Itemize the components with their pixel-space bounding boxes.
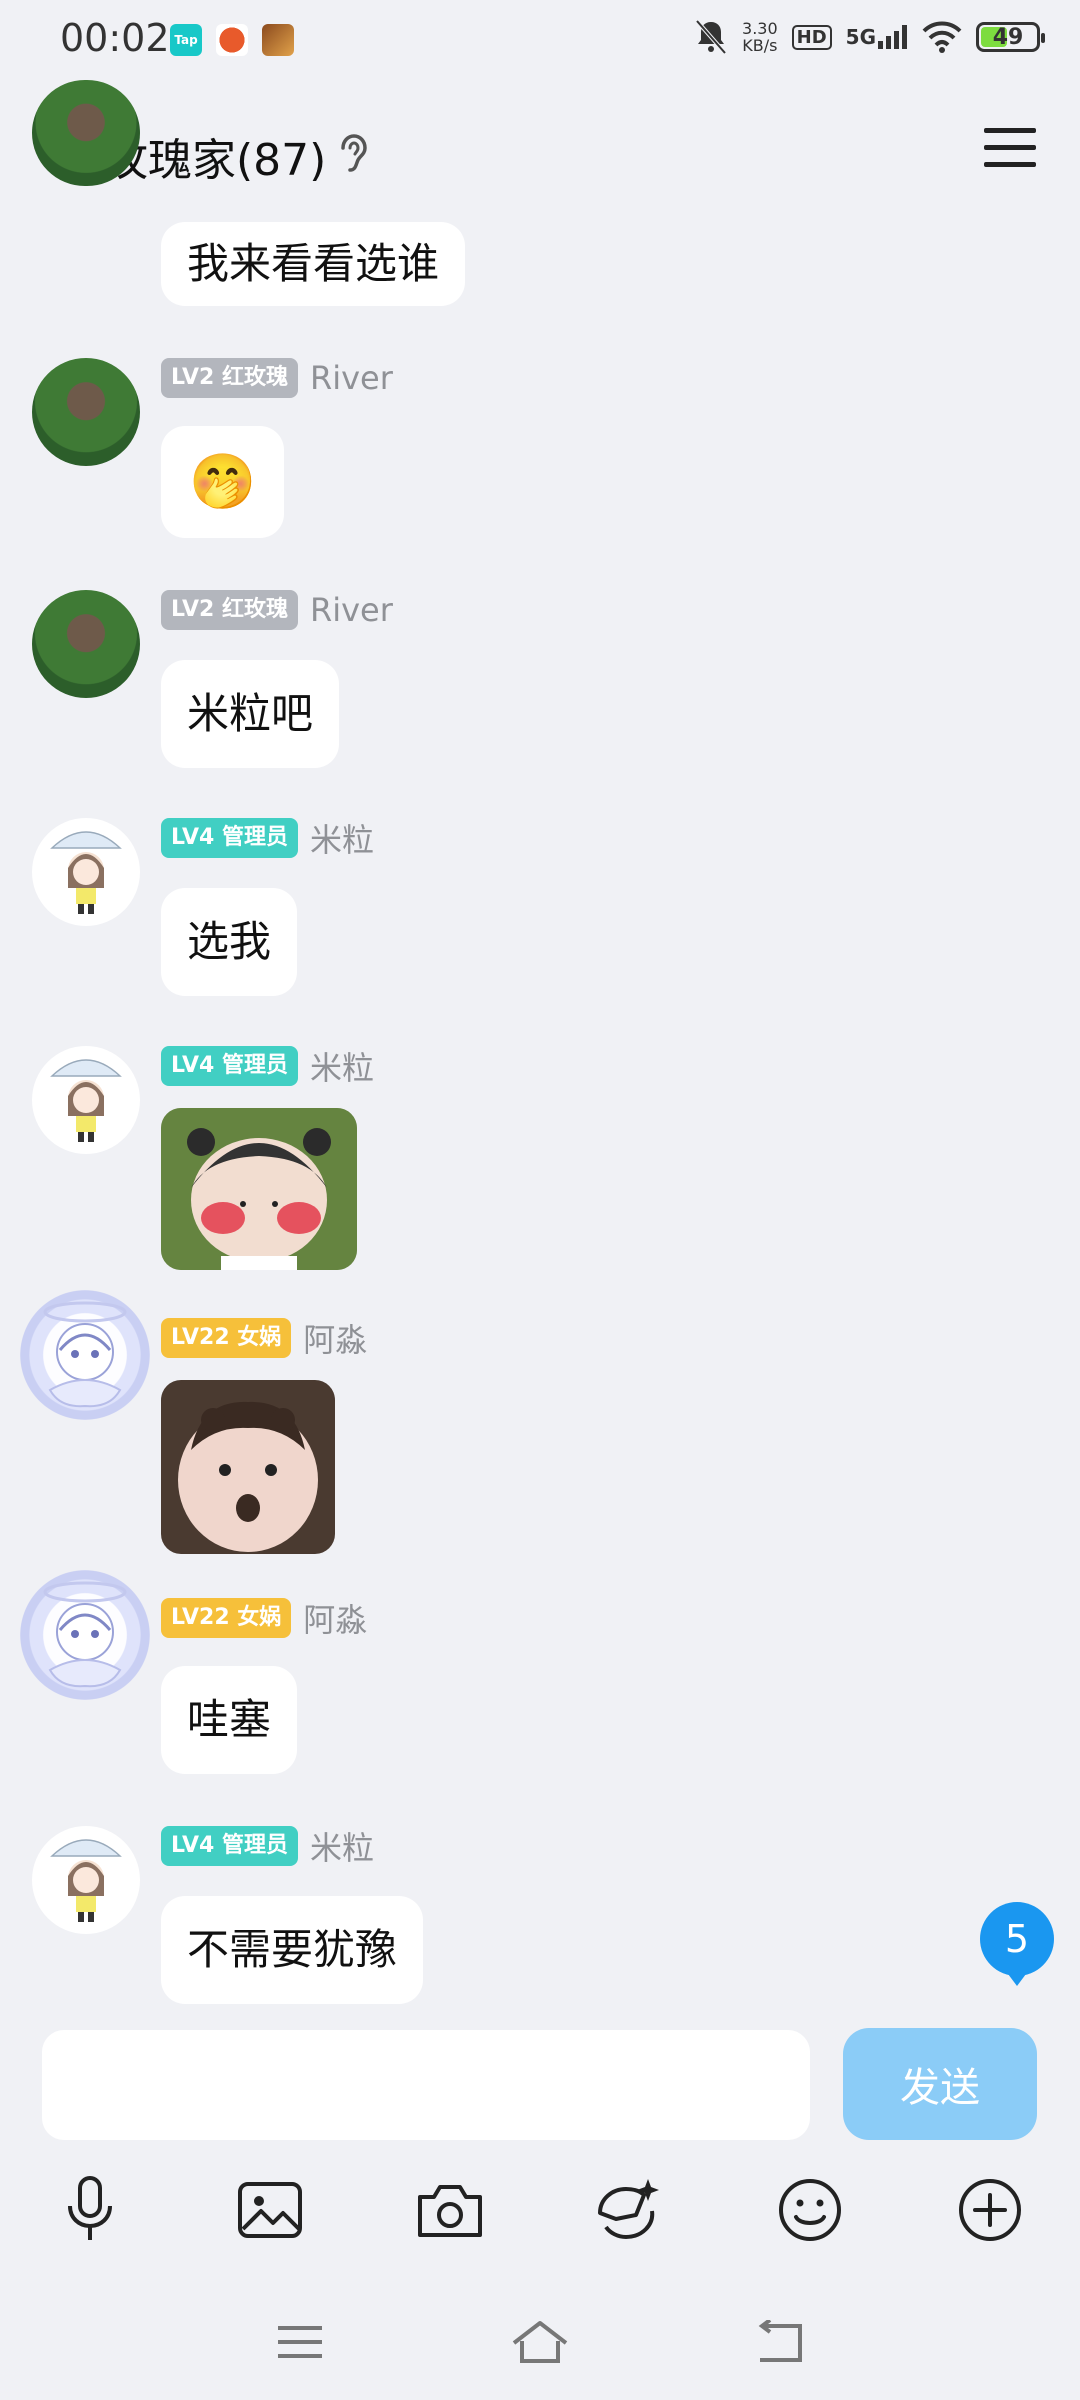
more-button[interactable] [950,2170,1030,2250]
mute-icon [695,19,727,55]
back-icon [758,2320,802,2362]
hd-icon: HD [791,24,832,50]
avatar[interactable] [20,1570,150,1700]
emoji-icon [779,2179,841,2241]
sender-meta: LV4 管理员 米粒 [161,815,374,861]
avatar[interactable] [32,358,140,466]
menu-button[interactable] [984,126,1036,174]
sticker-icon [598,2179,659,2240]
nav-menu-button[interactable] [260,2312,340,2372]
status-bar: 00:02 Tap 3.30 KB/s HD 5G 49 [0,0,1080,84]
hamburger-icon [984,128,1036,167]
avatar[interactable] [20,1290,150,1420]
image-icon [238,2182,302,2238]
message-bubble[interactable]: 🤭 [161,426,285,538]
avatar[interactable] [32,590,140,698]
nav-home-button[interactable] [500,2312,580,2372]
wifi-icon [922,21,962,53]
message-bubble[interactable]: 米粒吧 [161,660,340,768]
sticker-button[interactable] [587,2170,667,2250]
message-bubble[interactable]: 我来看看选谁 [161,222,466,306]
sender-meta: LV4 管理员 米粒 [161,1823,374,1869]
net-speed: 3.30 KB/s [742,19,778,55]
sender-name[interactable]: River [310,591,393,629]
avatar[interactable] [32,80,140,186]
level-badge: LV2 红玫瑰 [161,590,298,630]
nav-back-button[interactable] [740,2312,820,2372]
sender-meta: LV2 红玫瑰 River [161,358,393,398]
network-5g: 5G [845,25,876,49]
plus-icon [959,2179,1021,2241]
mic-icon [68,2176,112,2240]
emoji-button[interactable] [770,2170,850,2250]
sender-name[interactable]: 米粒 [310,815,374,861]
system-nav-bar [0,2282,1080,2400]
message-bubble[interactable]: 哇塞 [161,1666,298,1774]
sender-meta: LV22 女娲 阿淼 [161,1315,367,1361]
sender-name[interactable]: 米粒 [310,1823,374,1869]
send-button[interactable]: 发送 [843,2028,1037,2140]
game-icon-brown [262,24,294,56]
avatar[interactable] [32,1826,140,1934]
camera-icon [418,2185,482,2237]
sender-name[interactable]: 阿淼 [303,1315,367,1361]
ear-icon[interactable] [335,132,371,176]
message-bubble[interactable]: 选我 [161,888,298,996]
composer: 发送 [0,2012,1080,2152]
signal-icon [878,25,907,49]
avatar[interactable] [32,818,140,926]
level-badge: LV4 管理员 [161,1826,298,1866]
level-badge: LV4 管理员 [161,818,298,858]
chat-header: 玫瑰家(87) [0,84,1080,220]
home-icon [512,2321,568,2363]
game-icon-red [216,24,248,56]
taptap-icon: Tap [170,24,202,56]
sender-meta: LV4 管理员 米粒 [161,1043,374,1089]
sender-name[interactable]: 阿淼 [303,1595,367,1641]
input-toolbar [0,2152,1080,2282]
unread-count-badge[interactable]: 5 [980,1902,1054,1986]
sender-name[interactable]: 米粒 [310,1043,374,1089]
level-badge: LV22 女娲 [161,1318,292,1358]
camera-button[interactable] [410,2170,490,2250]
message-input[interactable] [42,2030,810,2140]
image-message[interactable] [161,1108,357,1270]
message-bubble[interactable]: 不需要犹豫 [161,1896,424,2004]
sender-meta: LV22 女娲 阿淼 [161,1595,367,1641]
sender-meta: LV2 红玫瑰 River [161,590,393,630]
status-time: 00:02 [60,16,170,60]
photo-button[interactable] [230,2170,310,2250]
menu-icon [278,2326,322,2358]
sender-name[interactable]: River [310,359,393,397]
level-badge: LV22 女娲 [161,1598,292,1638]
level-badge: LV4 管理员 [161,1046,298,1086]
voice-button[interactable] [50,2170,130,2250]
avatar[interactable] [32,1046,140,1154]
image-message[interactable] [161,1380,335,1554]
level-badge: LV2 红玫瑰 [161,358,298,398]
battery-icon: 49 [976,22,1045,52]
